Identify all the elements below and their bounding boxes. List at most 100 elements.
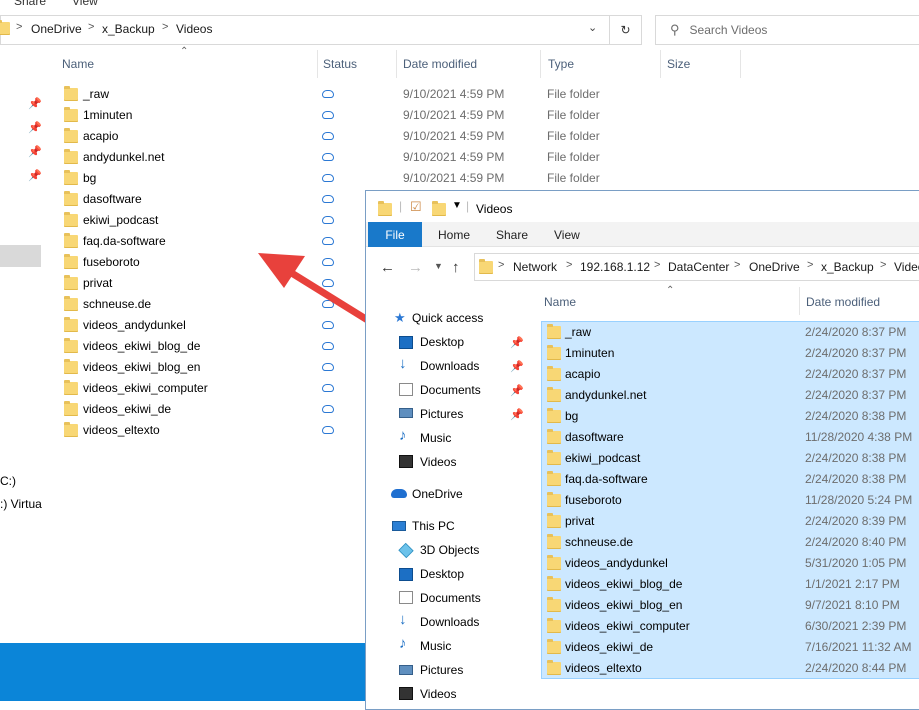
forward-arrow-icon[interactable]: → bbox=[408, 259, 423, 276]
nav-qa-pictures[interactable]: Pictures bbox=[420, 407, 463, 421]
nav-onedrive[interactable]: OneDrive bbox=[412, 487, 463, 501]
tab-view[interactable]: View bbox=[554, 228, 580, 242]
title-divider: | bbox=[466, 199, 470, 213]
documents-icon bbox=[399, 591, 413, 604]
breadcrumb-onedrive[interactable]: OneDrive bbox=[749, 260, 800, 274]
row-date: 2/24/2020 8:39 PM bbox=[805, 514, 907, 528]
row-date: 11/28/2020 4:38 PM bbox=[805, 430, 913, 444]
this-pc-icon bbox=[392, 521, 406, 531]
pin-icon[interactable]: 📌 bbox=[510, 408, 524, 421]
recent-dropdown-icon[interactable]: ▼ bbox=[434, 261, 443, 271]
pictures-icon bbox=[399, 665, 413, 675]
folder-icon bbox=[547, 576, 561, 591]
videos-icon bbox=[399, 455, 413, 468]
chevron-right-icon: > bbox=[498, 259, 505, 271]
pin-icon[interactable]: 📌 bbox=[510, 360, 524, 373]
tab-home[interactable]: Home bbox=[438, 228, 470, 242]
row-date: 2/24/2020 8:37 PM bbox=[805, 367, 907, 381]
back-arrow-icon[interactable]: ← bbox=[380, 259, 395, 276]
arrow-head bbox=[258, 253, 305, 288]
nav-qa-desktop[interactable]: Desktop bbox=[420, 335, 464, 349]
nav-qa-documents[interactable]: Documents bbox=[420, 383, 481, 397]
breadcrumb-clip: Videos bbox=[894, 253, 919, 281]
chevron-right-icon: > bbox=[734, 259, 741, 271]
row-date: 2/24/2020 8:37 PM bbox=[805, 325, 907, 339]
column-header-date[interactable]: Date modified bbox=[806, 295, 880, 309]
breadcrumb-videos[interactable]: Videos bbox=[894, 260, 919, 274]
folder-icon bbox=[547, 597, 561, 612]
folder-icon bbox=[547, 471, 561, 486]
column-header-name[interactable]: Name bbox=[544, 295, 576, 309]
nav-pc-pictures[interactable]: Pictures bbox=[420, 663, 463, 677]
pictures-icon bbox=[399, 408, 413, 418]
row-date: 2/24/2020 8:38 PM bbox=[805, 472, 907, 486]
row-name: videos_ekiwi_blog_en bbox=[565, 598, 683, 612]
folder-icon bbox=[547, 513, 561, 528]
row-name: bg bbox=[565, 409, 579, 423]
breadcrumb-datacenter[interactable]: DataCenter bbox=[668, 260, 729, 274]
folder-icon bbox=[547, 366, 561, 381]
row-date: 2/24/2020 8:37 PM bbox=[805, 388, 907, 402]
folder-icon bbox=[547, 387, 561, 402]
pin-icon[interactable]: 📌 bbox=[510, 336, 524, 349]
row-name: faq.da-software bbox=[565, 472, 648, 486]
up-arrow-icon[interactable]: ↑ bbox=[452, 259, 460, 276]
nav-pc-videos[interactable]: Videos bbox=[420, 687, 456, 701]
nav-pc-desktop[interactable]: Desktop bbox=[420, 567, 464, 581]
breadcrumb-ip[interactable]: 192.168.1.12 bbox=[580, 260, 650, 274]
pin-icon[interactable]: 📌 bbox=[510, 384, 524, 397]
row-date: 2/24/2020 8:37 PM bbox=[805, 346, 907, 360]
nav-qa-music[interactable]: Music bbox=[420, 431, 451, 445]
nav-pc-3d-objects[interactable]: 3D Objects bbox=[420, 543, 479, 557]
breadcrumb-network[interactable]: Network bbox=[513, 260, 557, 274]
nav-pc-downloads[interactable]: Downloads bbox=[420, 615, 479, 629]
foreground-explorer-window: | ☑ ▼ | Videos File Home Share View ← → … bbox=[365, 190, 919, 710]
row-name: videos_ekiwi_computer bbox=[565, 619, 690, 633]
row-name: videos_ekiwi_de bbox=[565, 640, 654, 654]
column-divider[interactable] bbox=[799, 287, 800, 315]
row-name: ekiwi_podcast bbox=[565, 451, 641, 465]
nav-pc-documents[interactable]: Documents bbox=[420, 591, 481, 605]
folder-icon bbox=[547, 555, 561, 570]
chevron-right-icon: > bbox=[807, 259, 814, 271]
window-title: Videos bbox=[476, 202, 513, 216]
tab-share[interactable]: Share bbox=[496, 228, 528, 242]
row-name: acapio bbox=[565, 367, 601, 381]
sort-up-icon: ⌃ bbox=[666, 285, 675, 296]
onedrive-cloud-icon bbox=[391, 489, 407, 498]
row-name: videos_andydunkel bbox=[565, 556, 668, 570]
nav-pc-music[interactable]: Music bbox=[420, 639, 451, 653]
desktop-icon bbox=[399, 568, 413, 581]
folder-icon bbox=[378, 201, 392, 216]
chevron-right-icon: > bbox=[654, 259, 661, 271]
row-date: 2/24/2020 8:38 PM bbox=[805, 451, 907, 465]
customize-dropdown-icon[interactable]: ▼ bbox=[452, 200, 462, 211]
new-folder-icon[interactable] bbox=[432, 201, 446, 216]
star-icon: ★ bbox=[394, 310, 406, 325]
nav-qa-downloads[interactable]: Downloads bbox=[420, 359, 479, 373]
documents-icon bbox=[399, 383, 413, 396]
folder-icon bbox=[547, 450, 561, 465]
nav-quick-access[interactable]: Quick access bbox=[412, 311, 483, 325]
row-name: _raw bbox=[565, 325, 592, 339]
videos-icon bbox=[399, 687, 413, 700]
row-date: 9/7/2021 8:10 PM bbox=[805, 598, 900, 612]
folder-icon bbox=[479, 259, 493, 274]
properties-icon[interactable]: ☑ bbox=[410, 199, 422, 215]
row-name: videos_ekiwi_blog_de bbox=[565, 577, 683, 591]
chevron-right-icon: > bbox=[566, 259, 573, 271]
row-date: 5/31/2020 1:05 PM bbox=[805, 556, 907, 570]
breadcrumb-x-backup[interactable]: x_Backup bbox=[821, 260, 874, 274]
row-name: 1minuten bbox=[565, 346, 615, 360]
desktop-icon bbox=[399, 336, 413, 349]
row-name: fuseboroto bbox=[565, 493, 622, 507]
title-divider: | bbox=[399, 199, 403, 213]
row-date: 2/24/2020 8:40 PM bbox=[805, 535, 907, 549]
row-date: 1/1/2021 2:17 PM bbox=[805, 577, 900, 591]
downloads-icon: ↓ bbox=[399, 611, 407, 628]
tab-file[interactable]: File bbox=[368, 222, 422, 247]
row-date: 2/24/2020 8:38 PM bbox=[805, 409, 907, 423]
nav-this-pc[interactable]: This PC bbox=[412, 519, 455, 533]
downloads-icon: ↓ bbox=[399, 355, 407, 372]
nav-qa-videos[interactable]: Videos bbox=[420, 455, 456, 469]
